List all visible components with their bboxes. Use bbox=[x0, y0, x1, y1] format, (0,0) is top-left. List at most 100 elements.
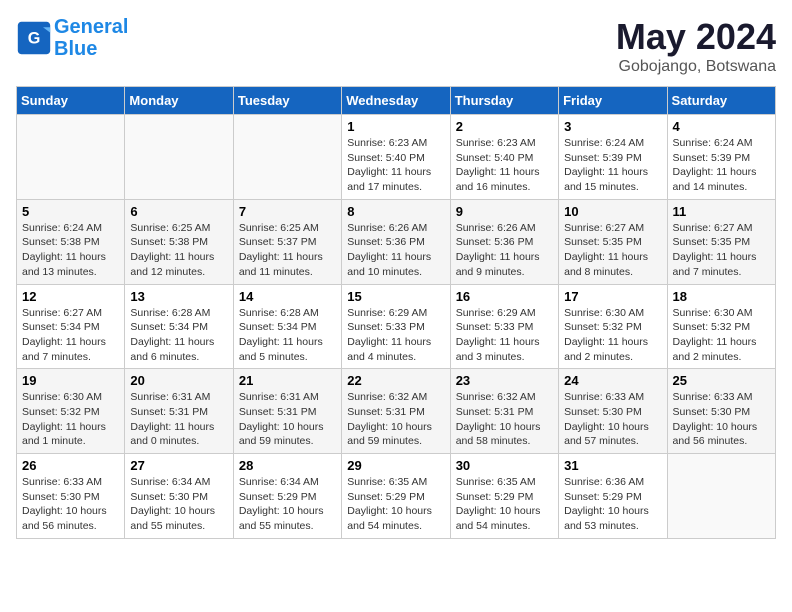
day-info: Sunrise: 6:30 AM Sunset: 5:32 PM Dayligh… bbox=[564, 306, 661, 365]
day-number: 18 bbox=[673, 289, 770, 304]
day-number: 15 bbox=[347, 289, 444, 304]
calendar-cell: 8Sunrise: 6:26 AM Sunset: 5:36 PM Daylig… bbox=[342, 199, 450, 284]
day-info: Sunrise: 6:33 AM Sunset: 5:30 PM Dayligh… bbox=[22, 475, 119, 534]
day-info: Sunrise: 6:34 AM Sunset: 5:29 PM Dayligh… bbox=[239, 475, 336, 534]
day-info: Sunrise: 6:35 AM Sunset: 5:29 PM Dayligh… bbox=[456, 475, 553, 534]
day-number: 3 bbox=[564, 119, 661, 134]
day-info: Sunrise: 6:34 AM Sunset: 5:30 PM Dayligh… bbox=[130, 475, 227, 534]
day-number: 12 bbox=[22, 289, 119, 304]
day-number: 2 bbox=[456, 119, 553, 134]
day-of-week-header: Sunday bbox=[17, 87, 125, 115]
day-of-week-header: Tuesday bbox=[233, 87, 341, 115]
calendar-week-row: 1 Sunrise: 6:23 AM Sunset: 5:40 PM Daylig… bbox=[17, 115, 776, 200]
day-info: Sunrise: 6:26 AM Sunset: 5:36 PM Dayligh… bbox=[456, 221, 553, 280]
day-info: Sunrise: 6:29 AM Sunset: 5:33 PM Dayligh… bbox=[347, 306, 444, 365]
calendar-week-row: 26 Sunrise: 6:33 AM Sunset: 5:30 PM Dayli… bbox=[17, 454, 776, 539]
day-info: Sunrise: 6:28 AM Sunset: 5:34 PM Dayligh… bbox=[239, 306, 336, 365]
day-info: Sunrise: 6:25 AM Sunset: 5:37 PM Dayligh… bbox=[239, 221, 336, 280]
day-number: 10 bbox=[564, 204, 661, 219]
day-number: 25 bbox=[673, 373, 770, 388]
calendar-cell bbox=[125, 115, 233, 200]
page-header: G General Blue May 2024 Gobojango, Botsw… bbox=[16, 16, 776, 76]
day-info: Sunrise: 6:27 AM Sunset: 5:35 PM Dayligh… bbox=[564, 221, 661, 280]
calendar-cell bbox=[17, 115, 125, 200]
day-info: Sunrise: 6:23 AM Sunset: 5:40 PM Dayligh… bbox=[347, 136, 444, 195]
day-info: Sunrise: 6:27 AM Sunset: 5:34 PM Dayligh… bbox=[22, 306, 119, 365]
calendar-cell: 15 Sunrise: 6:29 AM Sunset: 5:33 PM Dayli… bbox=[342, 284, 450, 369]
day-info: Sunrise: 6:24 AM Sunset: 5:39 PM Dayligh… bbox=[673, 136, 770, 195]
calendar-cell: 13 Sunrise: 6:28 AM Sunset: 5:34 PM Dayli… bbox=[125, 284, 233, 369]
day-of-week-header: Thursday bbox=[450, 87, 558, 115]
calendar-cell: 3 Sunrise: 6:24 AM Sunset: 5:39 PM Daylig… bbox=[559, 115, 667, 200]
calendar-cell: 4 Sunrise: 6:24 AM Sunset: 5:39 PM Daylig… bbox=[667, 115, 775, 200]
calendar-cell: 28 Sunrise: 6:34 AM Sunset: 5:29 PM Dayli… bbox=[233, 454, 341, 539]
calendar-cell: 31 Sunrise: 6:36 AM Sunset: 5:29 PM Dayli… bbox=[559, 454, 667, 539]
svg-text:G: G bbox=[28, 29, 41, 47]
calendar-cell: 6 Sunrise: 6:25 AM Sunset: 5:38 PM Daylig… bbox=[125, 199, 233, 284]
month-title: May 2024 bbox=[616, 16, 776, 58]
day-number: 19 bbox=[22, 373, 119, 388]
day-number: 29 bbox=[347, 458, 444, 473]
day-number: 16 bbox=[456, 289, 553, 304]
day-number: 21 bbox=[239, 373, 336, 388]
calendar-cell: 23 Sunrise: 6:32 AM Sunset: 5:31 PM Dayli… bbox=[450, 369, 558, 454]
calendar-table: SundayMondayTuesdayWednesdayThursdayFrid… bbox=[16, 86, 776, 539]
day-number: 24 bbox=[564, 373, 661, 388]
calendar-cell: 7Sunrise: 6:25 AM Sunset: 5:37 PM Daylig… bbox=[233, 199, 341, 284]
calendar-cell: 12 Sunrise: 6:27 AM Sunset: 5:34 PM Dayli… bbox=[17, 284, 125, 369]
day-number: 26 bbox=[22, 458, 119, 473]
calendar-cell: 24Sunrise: 6:33 AM Sunset: 5:30 PM Dayli… bbox=[559, 369, 667, 454]
day-info: Sunrise: 6:25 AM Sunset: 5:38 PM Dayligh… bbox=[130, 221, 227, 280]
day-number: 30 bbox=[456, 458, 553, 473]
day-info: Sunrise: 6:36 AM Sunset: 5:29 PM Dayligh… bbox=[564, 475, 661, 534]
day-number: 23 bbox=[456, 373, 553, 388]
day-info: Sunrise: 6:28 AM Sunset: 5:34 PM Dayligh… bbox=[130, 306, 227, 365]
calendar-header-row: SundayMondayTuesdayWednesdayThursdayFrid… bbox=[17, 87, 776, 115]
day-number: 28 bbox=[239, 458, 336, 473]
calendar-cell: 14 Sunrise: 6:28 AM Sunset: 5:34 PM Dayli… bbox=[233, 284, 341, 369]
calendar-cell: 9 Sunrise: 6:26 AM Sunset: 5:36 PM Daylig… bbox=[450, 199, 558, 284]
day-number: 4 bbox=[673, 119, 770, 134]
calendar-cell: 5 Sunrise: 6:24 AM Sunset: 5:38 PM Daylig… bbox=[17, 199, 125, 284]
calendar-cell: 11Sunrise: 6:27 AM Sunset: 5:35 PM Dayli… bbox=[667, 199, 775, 284]
calendar-cell: 20 Sunrise: 6:31 AM Sunset: 5:31 PM Dayli… bbox=[125, 369, 233, 454]
day-number: 31 bbox=[564, 458, 661, 473]
calendar-cell: 10 Sunrise: 6:27 AM Sunset: 5:35 PM Dayli… bbox=[559, 199, 667, 284]
day-info: Sunrise: 6:31 AM Sunset: 5:31 PM Dayligh… bbox=[239, 390, 336, 449]
day-number: 5 bbox=[22, 204, 119, 219]
location-subtitle: Gobojango, Botswana bbox=[616, 58, 776, 76]
day-number: 27 bbox=[130, 458, 227, 473]
calendar-cell: 27 Sunrise: 6:34 AM Sunset: 5:30 PM Dayli… bbox=[125, 454, 233, 539]
day-number: 20 bbox=[130, 373, 227, 388]
day-number: 22 bbox=[347, 373, 444, 388]
calendar-cell: 29 Sunrise: 6:35 AM Sunset: 5:29 PM Dayli… bbox=[342, 454, 450, 539]
day-info: Sunrise: 6:24 AM Sunset: 5:39 PM Dayligh… bbox=[564, 136, 661, 195]
day-number: 9 bbox=[456, 204, 553, 219]
day-of-week-header: Saturday bbox=[667, 87, 775, 115]
day-info: Sunrise: 6:26 AM Sunset: 5:36 PM Dayligh… bbox=[347, 221, 444, 280]
day-info: Sunrise: 6:33 AM Sunset: 5:30 PM Dayligh… bbox=[673, 390, 770, 449]
day-info: Sunrise: 6:24 AM Sunset: 5:38 PM Dayligh… bbox=[22, 221, 119, 280]
calendar-cell: 30 Sunrise: 6:35 AM Sunset: 5:29 PM Dayli… bbox=[450, 454, 558, 539]
calendar-cell: 17 Sunrise: 6:30 AM Sunset: 5:32 PM Dayli… bbox=[559, 284, 667, 369]
calendar-week-row: 12 Sunrise: 6:27 AM Sunset: 5:34 PM Dayli… bbox=[17, 284, 776, 369]
calendar-cell: 21 Sunrise: 6:31 AM Sunset: 5:31 PM Dayli… bbox=[233, 369, 341, 454]
day-info: Sunrise: 6:31 AM Sunset: 5:31 PM Dayligh… bbox=[130, 390, 227, 449]
logo-text: General Blue bbox=[54, 16, 128, 60]
day-info: Sunrise: 6:32 AM Sunset: 5:31 PM Dayligh… bbox=[347, 390, 444, 449]
day-info: Sunrise: 6:29 AM Sunset: 5:33 PM Dayligh… bbox=[456, 306, 553, 365]
day-number: 6 bbox=[130, 204, 227, 219]
calendar-cell bbox=[667, 454, 775, 539]
day-of-week-header: Monday bbox=[125, 87, 233, 115]
day-of-week-header: Friday bbox=[559, 87, 667, 115]
day-number: 17 bbox=[564, 289, 661, 304]
logo-icon: G bbox=[16, 20, 52, 56]
day-info: Sunrise: 6:35 AM Sunset: 5:29 PM Dayligh… bbox=[347, 475, 444, 534]
day-number: 1 bbox=[347, 119, 444, 134]
logo: G General Blue bbox=[16, 16, 128, 60]
day-number: 13 bbox=[130, 289, 227, 304]
day-number: 14 bbox=[239, 289, 336, 304]
day-info: Sunrise: 6:32 AM Sunset: 5:31 PM Dayligh… bbox=[456, 390, 553, 449]
calendar-cell: 18Sunrise: 6:30 AM Sunset: 5:32 PM Dayli… bbox=[667, 284, 775, 369]
calendar-cell: 2Sunrise: 6:23 AM Sunset: 5:40 PM Daylig… bbox=[450, 115, 558, 200]
